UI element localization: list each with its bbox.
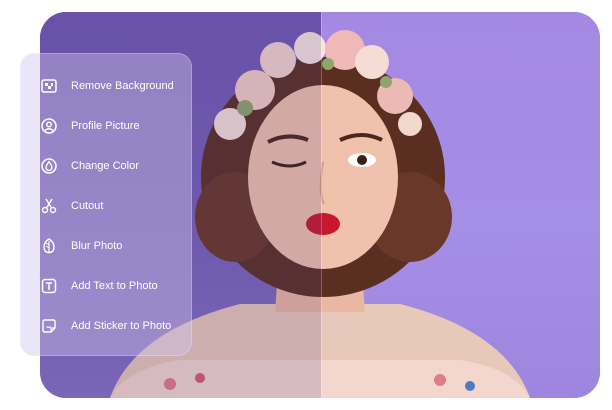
sticker-icon	[39, 316, 59, 336]
drop-icon	[39, 156, 59, 176]
menu-item-cutout[interactable]: Cutout	[21, 186, 191, 226]
menu-item-profile-picture[interactable]: Profile Picture	[21, 106, 191, 146]
menu-item-label: Cutout	[71, 200, 104, 212]
scissors-icon	[39, 196, 59, 216]
menu-item-label: Remove Background	[71, 80, 174, 92]
menu-item-label: Profile Picture	[71, 120, 140, 132]
menu-item-add-text[interactable]: Add Text to Photo	[21, 266, 191, 306]
menu-item-label: Add Text to Photo	[71, 280, 158, 292]
tools-menu: Remove Background Profile Picture Change…	[20, 53, 192, 356]
menu-item-blur-photo[interactable]: Blur Photo	[21, 226, 191, 266]
menu-item-add-sticker[interactable]: Add Sticker to Photo	[21, 306, 191, 346]
text-box-icon	[39, 276, 59, 296]
menu-item-label: Blur Photo	[71, 240, 123, 252]
user-circle-icon	[39, 116, 59, 136]
checker-image-icon	[39, 76, 59, 96]
blur-leaf-icon	[39, 236, 59, 256]
compare-divider	[321, 12, 322, 398]
menu-item-change-color[interactable]: Change Color	[21, 146, 191, 186]
menu-item-label: Change Color	[71, 160, 139, 172]
menu-item-label: Add Sticker to Photo	[71, 320, 172, 332]
menu-item-remove-background[interactable]: Remove Background	[21, 66, 191, 106]
